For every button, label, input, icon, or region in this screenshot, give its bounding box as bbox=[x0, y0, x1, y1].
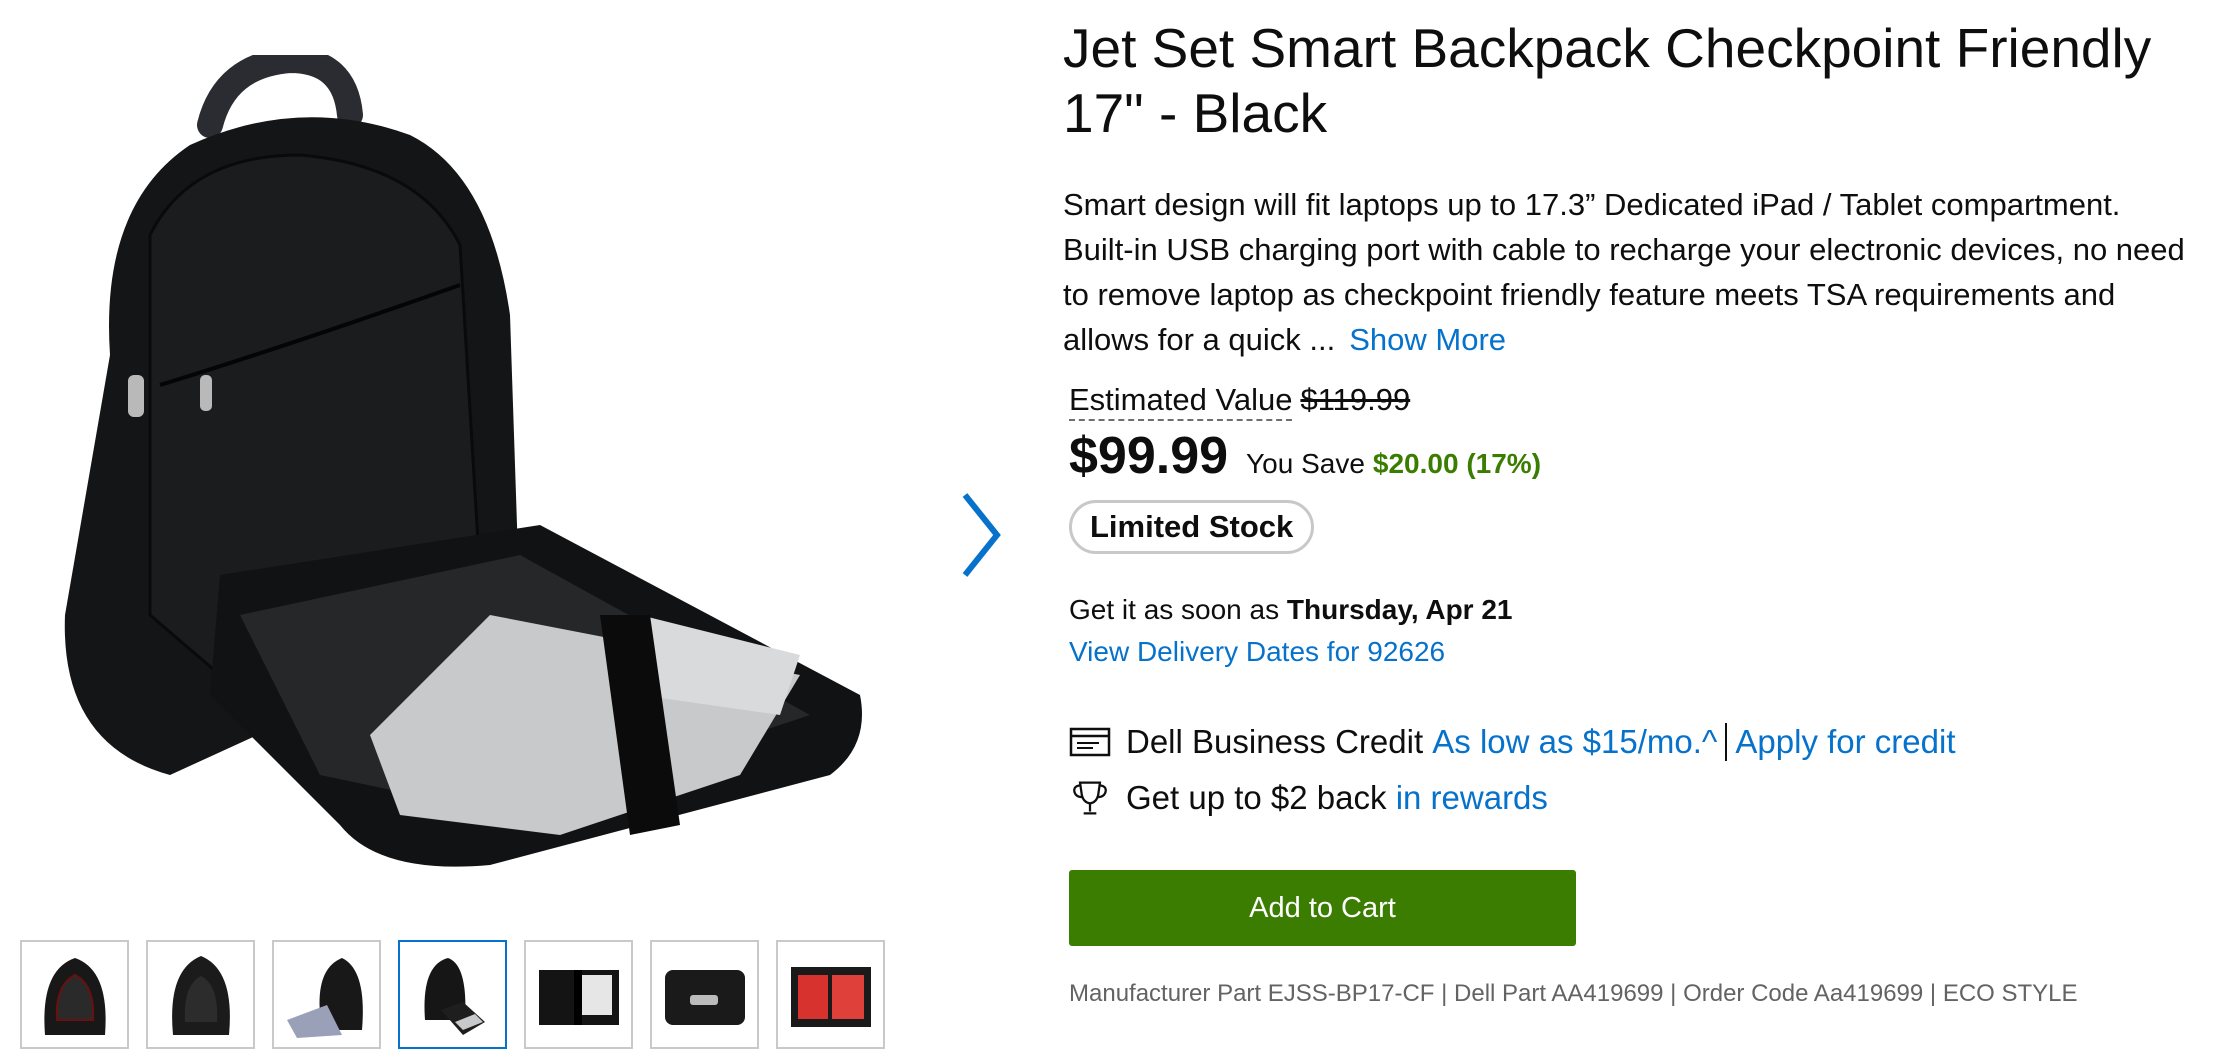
credit-label: Dell Business Credit bbox=[1126, 723, 1424, 760]
product-gallery bbox=[0, 0, 1020, 1063]
thumbnail[interactable] bbox=[272, 940, 381, 1049]
rewards-link[interactable]: in rewards bbox=[1396, 776, 1548, 820]
business-credit-row: Dell Business Credit As low as $15/mo.^ A… bbox=[1069, 720, 2193, 764]
thumbnail[interactable] bbox=[776, 940, 885, 1049]
original-price: $119.99 bbox=[1300, 382, 1411, 417]
thumbnail-image bbox=[538, 969, 619, 1025]
description-text: Smart design will fit laptops up to 17.3… bbox=[1063, 187, 2185, 357]
part-numbers: Manufacturer Part EJSS-BP17-CF | Dell Pa… bbox=[1069, 980, 2078, 1007]
thumbnail-image bbox=[790, 966, 871, 1027]
thumbnail-active[interactable] bbox=[398, 940, 507, 1049]
thumbnail-image bbox=[286, 957, 363, 1038]
thumbnail[interactable] bbox=[650, 940, 759, 1049]
show-more-link[interactable]: Show More bbox=[1349, 322, 1506, 357]
rewards-row: Get up to $2 back in rewards bbox=[1069, 776, 2193, 820]
divider bbox=[1725, 723, 1728, 761]
delivery-date: Thursday, Apr 21 bbox=[1286, 594, 1513, 625]
thumbnail[interactable] bbox=[524, 940, 633, 1049]
delivery-dates-link[interactable]: View Delivery Dates for 92626 bbox=[1069, 636, 1445, 667]
add-to-cart-button[interactable]: Add to Cart bbox=[1069, 870, 1576, 946]
thumbnail[interactable] bbox=[20, 940, 129, 1049]
estimated-value: Estimated Value $119.99 bbox=[1069, 380, 2193, 421]
delivery-estimate: Get it as soon as Thursday, Apr 21 bbox=[1069, 592, 2193, 628]
credit-card-icon bbox=[1069, 727, 1111, 757]
rewards-prefix: Get up to $2 back bbox=[1126, 779, 1387, 816]
price-row: $99.99 You Save $20.00 (17%) bbox=[1069, 424, 2193, 488]
thumbnail-image bbox=[664, 969, 745, 1025]
thumbnail-image bbox=[43, 957, 106, 1035]
apply-credit-link[interactable]: Apply for credit bbox=[1735, 720, 1955, 764]
delivery-prefix: Get it as soon as bbox=[1069, 594, 1280, 625]
current-price: $99.99 bbox=[1069, 427, 1229, 485]
main-product-image bbox=[64, 55, 862, 867]
estimated-value-label[interactable]: Estimated Value bbox=[1069, 382, 1293, 421]
product-description: Smart design will fit laptops up to 17.3… bbox=[1063, 182, 2193, 362]
credit-rate-link[interactable]: As low as $15/mo.^ bbox=[1432, 720, 1717, 764]
thumbnail-image bbox=[171, 955, 230, 1035]
thumbnail[interactable] bbox=[146, 940, 255, 1049]
stock-badge: Limited Stock bbox=[1069, 500, 1315, 554]
product-info: Jet Set Smart Backpack Checkpoint Friend… bbox=[1063, 0, 2193, 1008]
you-save-label: You Save bbox=[1246, 448, 1365, 479]
thumbnail-image bbox=[423, 957, 485, 1035]
savings-amount: $20.00 (17%) bbox=[1372, 448, 1542, 479]
trophy-icon bbox=[1073, 781, 1107, 815]
product-title: Jet Set Smart Backpack Checkpoint Friend… bbox=[1063, 17, 2152, 144]
thumbnail-strip bbox=[20, 940, 885, 1049]
chevron-right-icon[interactable] bbox=[955, 485, 1005, 585]
